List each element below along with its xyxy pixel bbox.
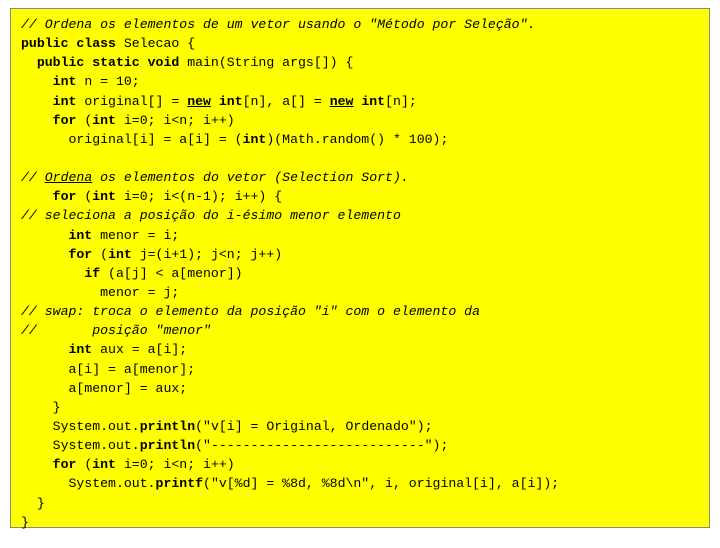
code-line: // swap: troca o elemento da posição "i"… bbox=[21, 302, 699, 321]
code-line: menor = j; bbox=[21, 283, 699, 302]
code-line: a[i] = a[menor]; bbox=[21, 360, 699, 379]
code-line: System.out.printf("v[%d] = %8d, %8d\n", … bbox=[21, 474, 699, 493]
code-line: } bbox=[21, 513, 699, 532]
code-line: // Ordena os elementos do vetor (Selecti… bbox=[21, 168, 699, 187]
code-line: // posição "menor" bbox=[21, 321, 699, 340]
code-line: for (int j=(i+1); j<n; j++) bbox=[21, 245, 699, 264]
code-line: public class Selecao { bbox=[21, 34, 699, 53]
code-line: original[i] = a[i] = (int)(Math.random()… bbox=[21, 130, 699, 149]
code-line: if (a[j] < a[menor]) bbox=[21, 264, 699, 283]
code-line: // seleciona a posição do i-ésimo menor … bbox=[21, 206, 699, 225]
code-line: } bbox=[21, 494, 699, 513]
code-line: for (int i=0; i<(n-1); i++) { bbox=[21, 187, 699, 206]
code-line bbox=[21, 149, 699, 168]
code-line: public static void main(String args[]) { bbox=[21, 53, 699, 72]
code-line: int aux = a[i]; bbox=[21, 340, 699, 359]
code-line: System.out.println("--------------------… bbox=[21, 436, 699, 455]
code-line: int original[] = new int[n], a[] = new i… bbox=[21, 92, 699, 111]
code-line: a[menor] = aux; bbox=[21, 379, 699, 398]
code-line: for (int i=0; i<n; i++) bbox=[21, 111, 699, 130]
code-line: System.out.println("v[i] = Original, Ord… bbox=[21, 417, 699, 436]
code-line: // Ordena os elementos de um vetor usand… bbox=[21, 15, 699, 34]
code-line: int n = 10; bbox=[21, 72, 699, 91]
code-line: int menor = i; bbox=[21, 226, 699, 245]
code-line: for (int i=0; i<n; i++) bbox=[21, 455, 699, 474]
code-content: // Ordena os elementos de um vetor usand… bbox=[21, 15, 699, 532]
code-block: // Ordena os elementos de um vetor usand… bbox=[10, 8, 710, 528]
code-line: } bbox=[21, 398, 699, 417]
